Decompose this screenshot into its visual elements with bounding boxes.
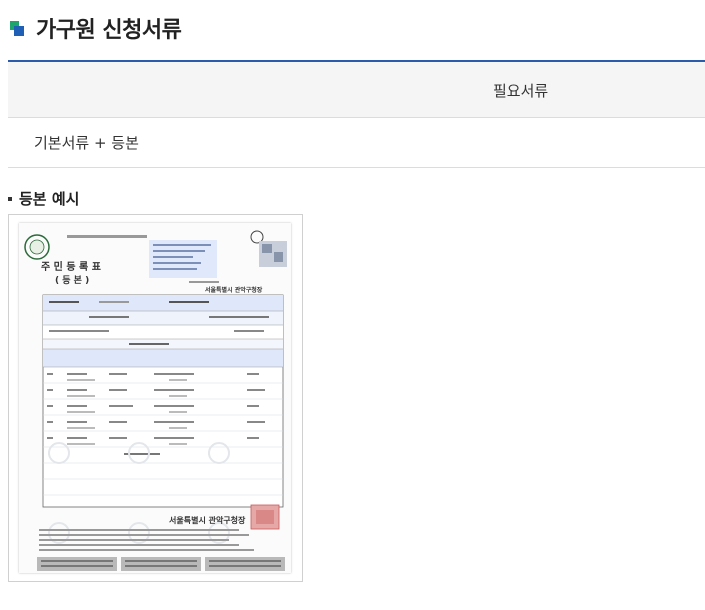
register-document-drawing: 주 민 등 록 표 ( 등 본 ) 서울특별시 관악구청장 서울특별시 관악구청… bbox=[24, 230, 287, 571]
example-heading: 등본 예시 bbox=[19, 190, 80, 208]
register-issuer: 서울특별시 관악구청장 bbox=[169, 515, 246, 525]
svg-text:서울특별시 관악구청장: 서울특별시 관악구청장 bbox=[205, 286, 263, 294]
row-basic-documents: 기본서류 + 등본 bbox=[34, 134, 139, 152]
example-heading-row: 등본 예시 bbox=[8, 188, 79, 209]
table-header: 필요서류 bbox=[8, 62, 705, 118]
header-required-documents: 필요서류 bbox=[493, 82, 549, 100]
register-document: 주 민 등 록 표 ( 등 본 ) 서울특별시 관악구청장 서울특별시 관악구청… bbox=[19, 223, 291, 573]
title-square-icon bbox=[8, 18, 28, 38]
register-doc-subtitle: ( 등 본 ) bbox=[55, 275, 89, 286]
register-example-image: 주 민 등 록 표 ( 등 본 ) 서울특별시 관악구청장 서울특별시 관악구청… bbox=[8, 214, 303, 582]
bullet-icon bbox=[8, 196, 12, 201]
page-header: 가구원 신청서류 bbox=[8, 10, 182, 46]
register-doc-title: 주 민 등 록 표 bbox=[41, 260, 101, 273]
page-title: 가구원 신청서류 bbox=[36, 18, 182, 43]
required-documents-table: 필요서류 기본서류 + 등본 bbox=[8, 60, 705, 168]
table-row: 기본서류 + 등본 bbox=[8, 118, 705, 168]
